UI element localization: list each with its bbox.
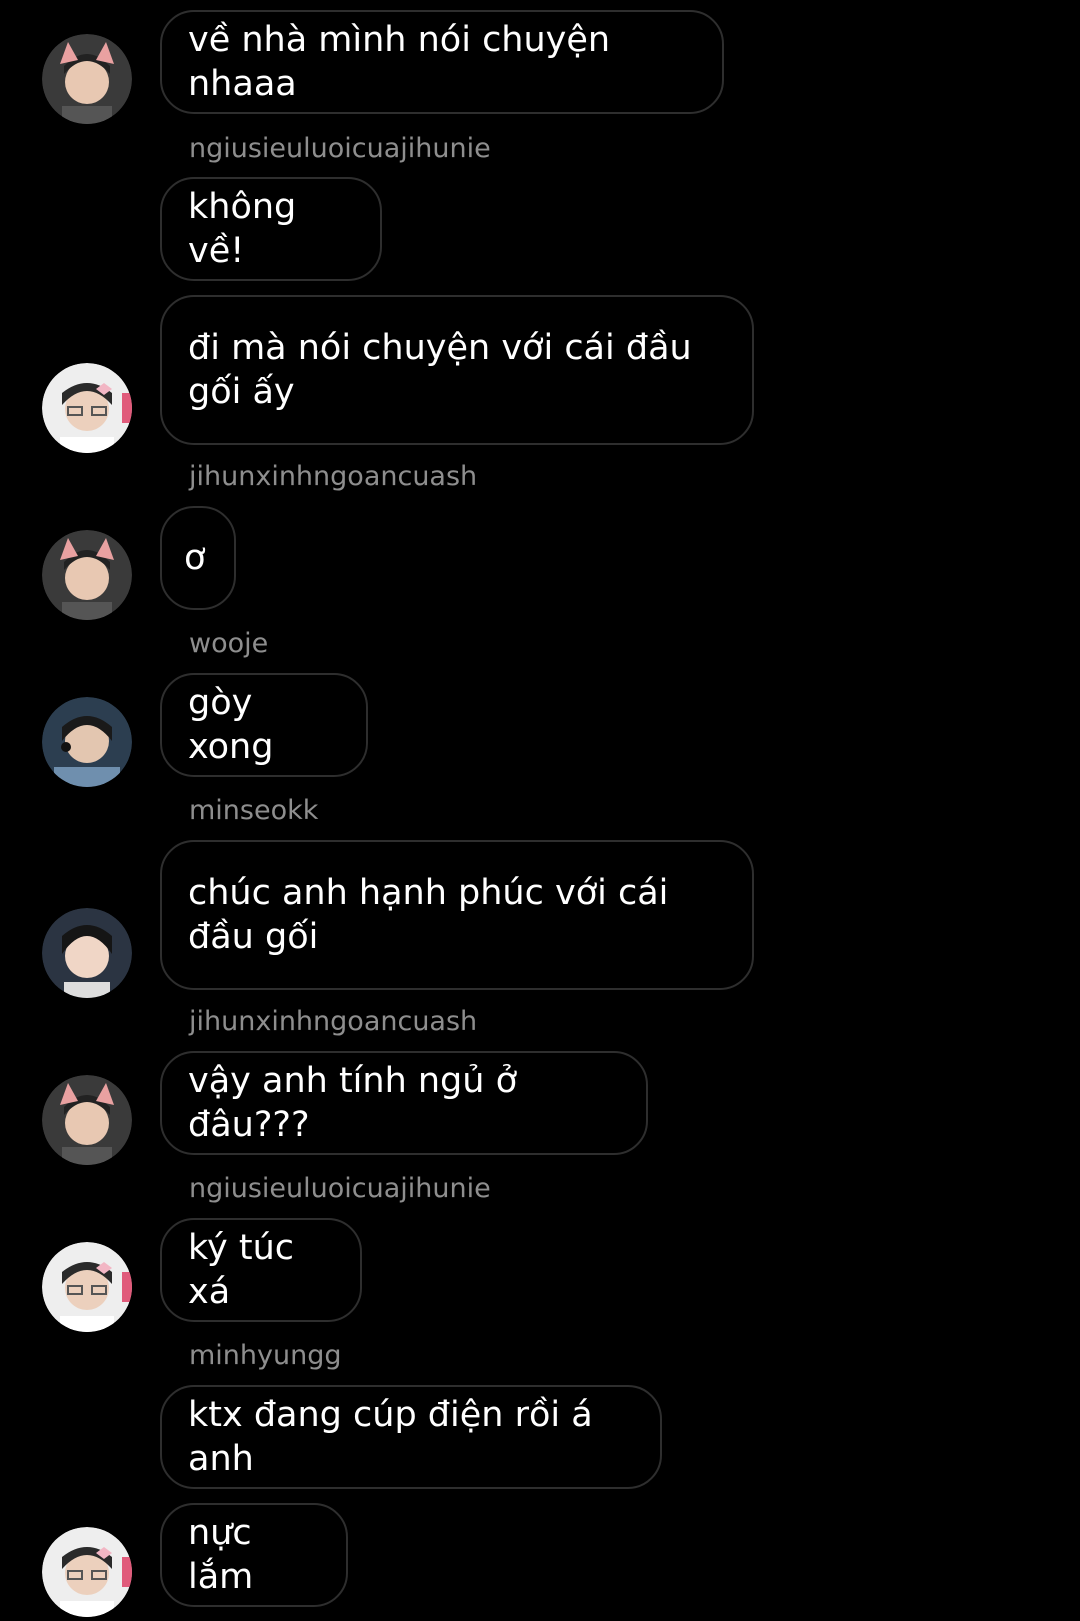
sender-username[interactable]: jihunxinhngoancuash [189,460,477,494]
avatar-bow[interactable] [42,1242,132,1332]
avatar-portrait[interactable] [42,908,132,998]
message-text: vậy anh tính ngủ ở đâu??? [188,1061,517,1145]
sender-username[interactable]: minseokk [189,794,318,828]
sender-username[interactable]: wooje [189,627,268,661]
message-text: đi mà nói chuyện với cái đầu gối ấy [188,328,692,412]
avatar-bow[interactable] [42,1527,132,1617]
message-bubble[interactable]: ơ [160,506,236,610]
message-text: ơ [184,538,206,578]
message-bubble[interactable]: không về! [160,177,382,281]
message-text: không về! [188,187,297,271]
message-bubble[interactable]: đi mà nói chuyện với cái đầu gối ấy [160,295,754,445]
sender-username[interactable]: ngiusieuluoicuajihunie [189,132,491,166]
sender-username[interactable]: jihunxinhngoancuash [189,1005,477,1039]
message-bubble[interactable]: ký túc xá [160,1218,362,1322]
message-bubble[interactable]: chúc anh hạnh phúc với cái đầu gối [160,840,754,990]
message-bubble[interactable]: gòy xong [160,673,368,777]
message-bubble[interactable]: về nhà mình nói chuyện nhaaa [160,10,724,114]
sender-username[interactable]: ngiusieuluoicuajihunie [189,1172,491,1206]
avatar-headset[interactable] [42,697,132,787]
message-text: gòy xong [188,683,274,767]
message-bubble[interactable]: ktx đang cúp điện rồi á anh [160,1385,662,1489]
message-text: ký túc xá [188,1228,295,1312]
avatar-cat-ears[interactable] [42,1075,132,1165]
message-bubble[interactable]: vậy anh tính ngủ ở đâu??? [160,1051,648,1155]
message-text: về nhà mình nói chuyện nhaaa [188,20,611,104]
sender-username[interactable]: minhyungg [189,1339,342,1373]
message-text: ktx đang cúp điện rồi á anh [188,1395,593,1479]
avatar-cat-ears[interactable] [42,530,132,620]
avatar-cat-ears[interactable] [42,34,132,124]
message-bubble[interactable]: nực lắm [160,1503,348,1607]
avatar-bow[interactable] [42,363,132,453]
message-text: chúc anh hạnh phúc với cái đầu gối [188,873,669,957]
message-text: nực lắm [188,1513,254,1597]
